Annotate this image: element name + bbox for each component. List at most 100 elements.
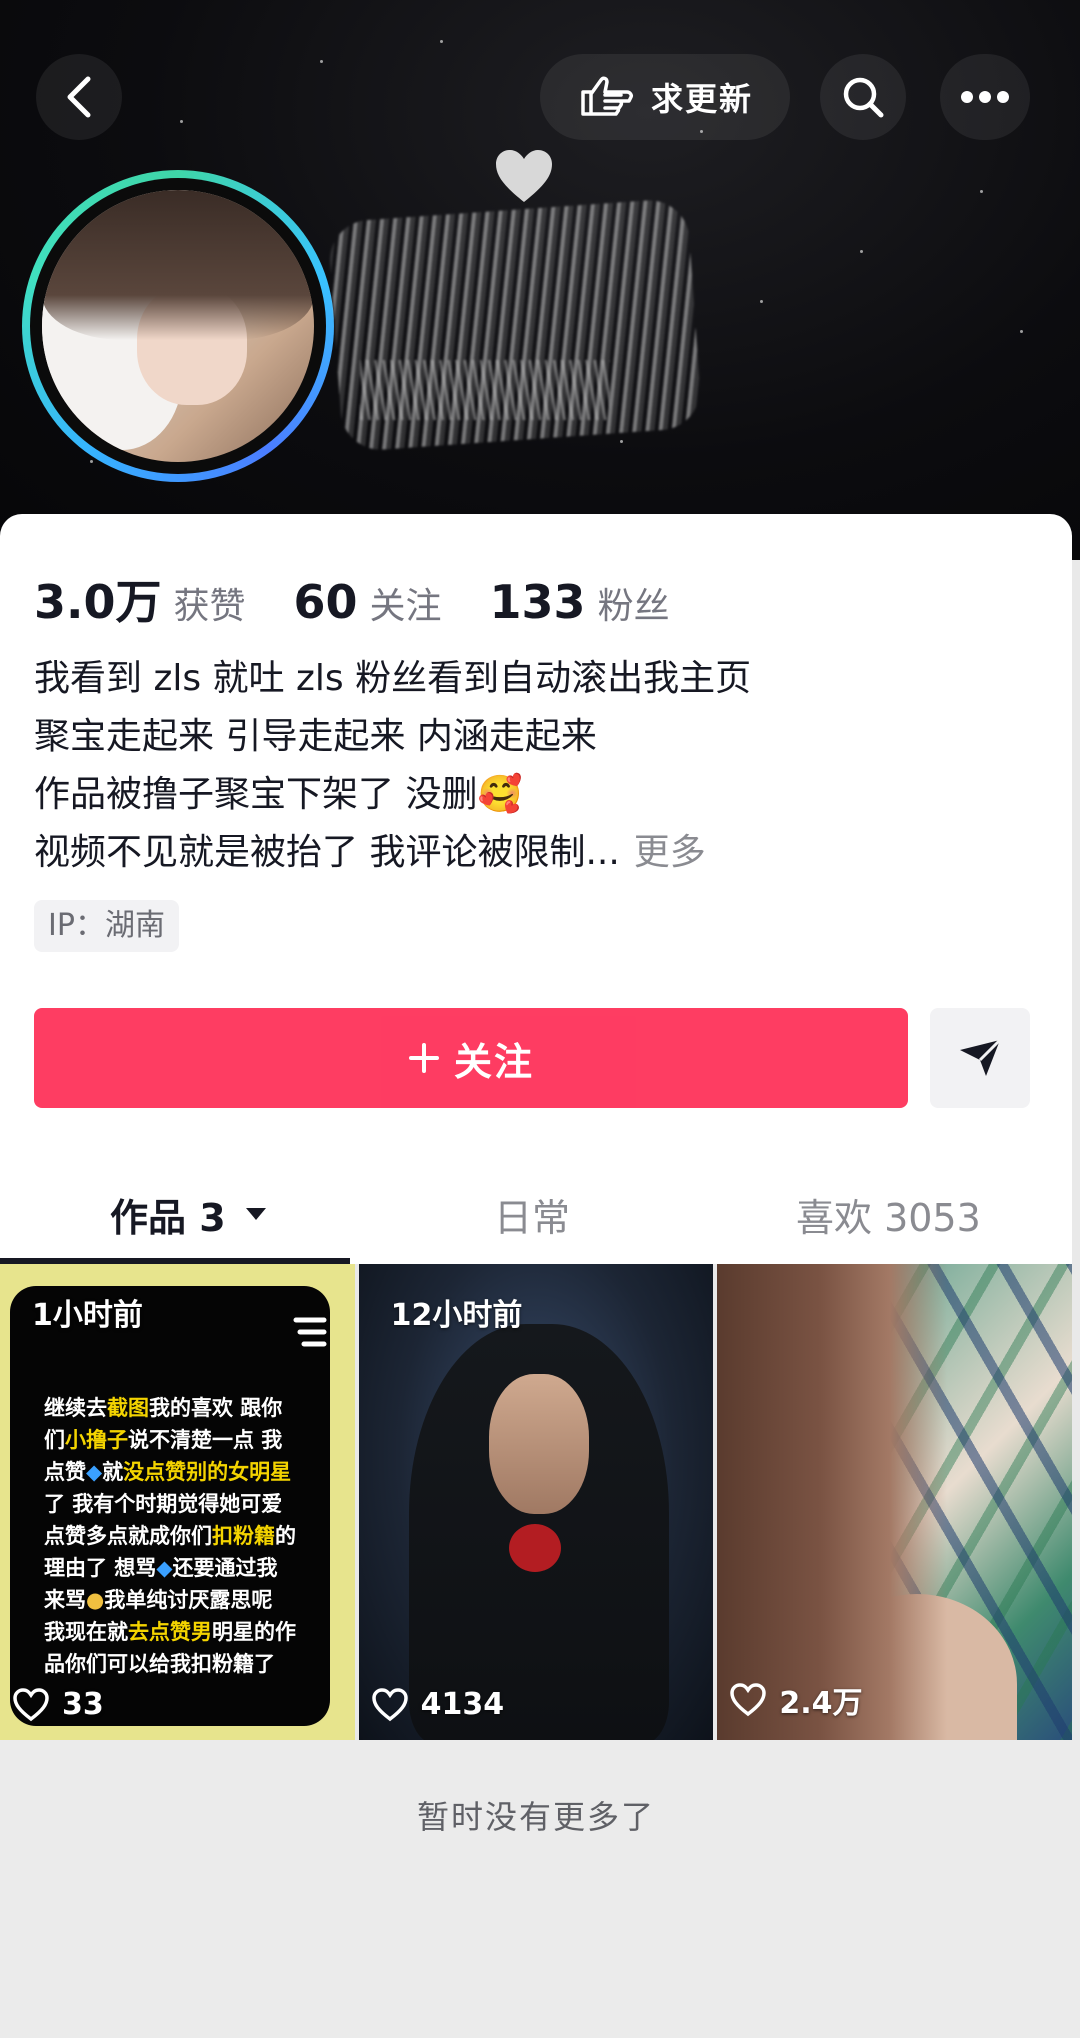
star-decoration	[180, 120, 183, 123]
bio-line-text: 视频不见就是被抬了 我评论被限制...	[34, 832, 620, 873]
note-highlight: 截图	[107, 1396, 149, 1420]
video-time: 12小时前	[390, 1298, 523, 1333]
note-highlight: 去点赞男	[128, 1620, 212, 1644]
note-highlight: 没点赞别的女明星	[123, 1460, 292, 1484]
video-likes: 2.4万	[729, 1678, 863, 1722]
following-label[interactable]: 关注	[370, 577, 442, 629]
note-line: 来骂●我单纯讨厌露思呢	[44, 1584, 324, 1616]
video-grid: 继续去截图我的喜欢 跟你 们小撸子说不清楚一点 我 点赞◆就没点赞别的女明星 了…	[0, 1264, 1073, 1740]
tab-daily[interactable]: 日常	[494, 1164, 570, 1264]
following-count[interactable]: 60	[294, 575, 358, 629]
video-likes-count: 33	[62, 1687, 104, 1722]
smile-emoji-icon: ●	[86, 1588, 105, 1612]
likes-count: 3.0万	[34, 575, 162, 629]
more-dots-icon	[961, 91, 1009, 103]
star-decoration	[320, 60, 323, 63]
note-text: 理由了 想骂	[44, 1556, 157, 1580]
back-button[interactable]	[36, 54, 122, 140]
tab-likes-label: 喜欢 3053	[796, 1195, 981, 1240]
video-likes: 4134	[371, 1687, 505, 1722]
video-thumbnail[interactable]: 继续去截图我的喜欢 跟你 们小撸子说不清楚一点 我 点赞◆就没点赞别的女明星 了…	[0, 1264, 355, 1740]
caret-down-icon	[245, 1208, 266, 1220]
tab-works-label: 作品 3	[110, 1195, 226, 1240]
note-line: 理由了 想骂◆还要通过我	[44, 1552, 324, 1584]
star-decoration	[1020, 330, 1023, 333]
plus-icon	[408, 1043, 439, 1073]
no-more-content-text: 暂时没有更多了	[416, 1798, 655, 1836]
note-text: 点赞	[44, 1460, 86, 1484]
avatar-image	[42, 190, 314, 462]
bio-line: 我看到 zls 就吐 zls 粉丝看到自动滚出我主页	[34, 658, 752, 699]
more-options-button[interactable]	[940, 54, 1030, 140]
note-line: 们小撸子说不清楚一点 我	[44, 1424, 324, 1456]
note-line: 了 我有个时期觉得她可爱	[44, 1492, 283, 1516]
avatar-frame	[30, 178, 326, 474]
request-update-button[interactable]: 求更新	[540, 54, 790, 140]
note-text: 明星的作	[212, 1620, 296, 1644]
thumbnail-apple	[508, 1524, 561, 1572]
star-decoration	[760, 300, 763, 303]
tab-works[interactable]: 作品 3	[110, 1164, 268, 1264]
note-line: 我现在就去点赞男明星的作	[44, 1616, 324, 1648]
follow-button[interactable]: 关注	[34, 1008, 908, 1108]
note-text: 我单纯讨厌露思呢	[104, 1588, 273, 1612]
search-button[interactable]	[820, 54, 906, 140]
avatar-hair	[42, 190, 314, 340]
share-button[interactable]	[930, 1008, 1030, 1108]
note-line: 点赞◆就没点赞别的女明星	[44, 1456, 324, 1488]
bio: 我看到 zls 就吐 zls 粉丝看到自动滚出我主页 聚宝走起来 引导走起来 内…	[34, 650, 994, 882]
note-text: 就	[102, 1460, 124, 1484]
bio-line: 聚宝走起来 引导走起来 内涵走起来	[34, 716, 597, 757]
video-likes: 33	[12, 1687, 104, 1722]
profile-card: 3.0万 获赞 60 关注 133 粉丝 我看到 zls 就吐 zls 粉丝看到…	[0, 514, 1072, 1264]
video-time: 1小时前	[32, 1298, 143, 1333]
pointing-hand-icon	[581, 76, 633, 116]
menu-lines-icon	[293, 1317, 327, 1347]
note-highlight: 小撸子	[65, 1428, 128, 1452]
note-text: 我现在就	[44, 1620, 128, 1644]
note-line: 继续去截图我的喜欢 跟你	[44, 1392, 324, 1424]
heart-icon	[496, 150, 552, 202]
note-line: 品你们可以给我扣粉籍了	[44, 1652, 275, 1676]
content-tabs: 作品 3 日常 喜欢 3053	[0, 1164, 1072, 1264]
star-decoration	[90, 460, 93, 463]
heart-outline-icon	[13, 1687, 49, 1721]
note-line: 点赞多点就成你们扣粉籍的	[44, 1520, 324, 1552]
note-text: 们	[44, 1428, 65, 1452]
video-thumbnail[interactable]: 12小时前 4134	[358, 1264, 714, 1740]
search-icon	[843, 77, 884, 118]
star-decoration	[440, 40, 443, 43]
note-text: 我的喜欢 跟你	[149, 1396, 283, 1420]
profile-header: 求更新	[0, 0, 1080, 560]
list-footer: 暂时没有更多了	[0, 1740, 1080, 2038]
note-text: 来骂	[44, 1588, 86, 1612]
bio-more-link[interactable]: 更多	[634, 832, 706, 873]
note-text: 还要通过我	[172, 1556, 278, 1580]
fish-emoji-icon: ◆	[156, 1556, 173, 1580]
chevron-left-icon	[67, 76, 91, 118]
heart-outline-icon	[371, 1687, 408, 1721]
send-arrow-icon	[960, 1038, 1002, 1076]
note-text: 的	[275, 1524, 296, 1548]
followers-label[interactable]: 粉丝	[598, 577, 670, 629]
heart-outline-icon	[730, 1683, 767, 1717]
stats-row: 3.0万 获赞 60 关注 133 粉丝	[34, 566, 718, 632]
tab-likes[interactable]: 喜欢 3053	[796, 1164, 981, 1264]
note-highlight: 扣粉籍	[212, 1524, 275, 1548]
thumbnail-image: 继续去截图我的喜欢 跟你 们小撸子说不清楚一点 我 点赞◆就没点赞别的女明星 了…	[10, 1286, 330, 1726]
note-text: 说不清楚一点 我	[128, 1428, 283, 1452]
followers-count[interactable]: 133	[490, 575, 586, 629]
tab-daily-label: 日常	[494, 1195, 571, 1240]
video-likes-count: 4134	[420, 1687, 505, 1722]
star-decoration	[860, 250, 863, 253]
follow-label: 关注	[453, 1039, 534, 1084]
video-thumbnail[interactable]: 2.4万	[717, 1264, 1073, 1740]
avatar[interactable]	[22, 170, 334, 482]
fish-emoji-icon: ◆	[86, 1460, 103, 1484]
redacted-user-id	[360, 360, 610, 420]
video-likes-count: 2.4万	[779, 1686, 863, 1721]
bio-line: 作品被撸子聚宝下架了 没删🥰	[34, 774, 523, 815]
bio-line-last: 视频不见就是被抬了 我评论被限制... 更多	[34, 824, 994, 882]
thumbnail-note-text: 继续去截图我的喜欢 跟你 们小撸子说不清楚一点 我 点赞◆就没点赞别的女明星 了…	[44, 1392, 324, 1680]
likes-label: 获赞	[173, 586, 246, 627]
